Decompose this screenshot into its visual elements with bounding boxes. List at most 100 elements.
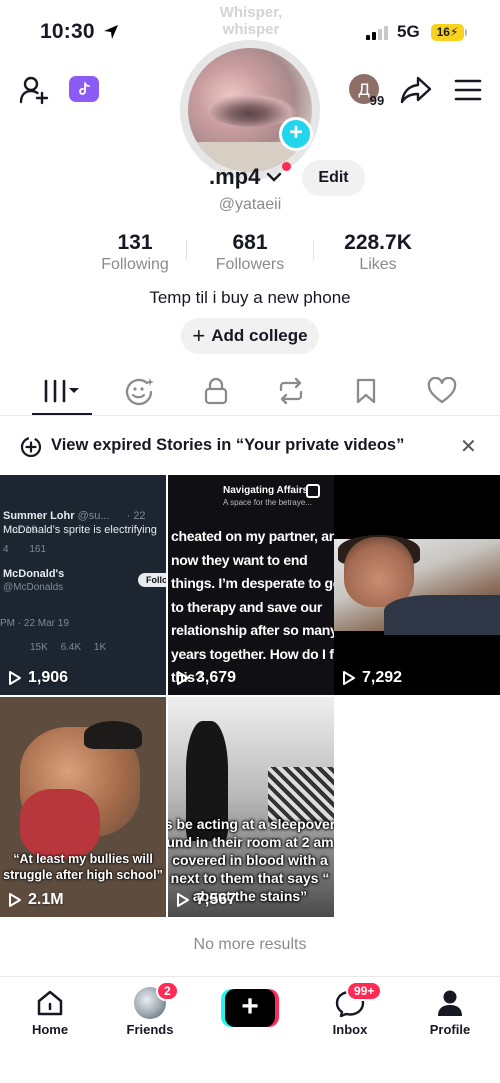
heart-icon <box>427 377 457 404</box>
view-count-value: 7,292 <box>362 669 403 686</box>
overlay-caption: “At least my bullies will struggle after… <box>3 852 163 882</box>
tab-reposts[interactable] <box>261 370 321 412</box>
expired-stories-banner[interactable]: View expired Stories in “Your private vi… <box>0 420 500 472</box>
repost-icon <box>279 377 303 405</box>
tab-liked[interactable] <box>412 370 472 412</box>
share-profile-button[interactable] <box>396 70 436 110</box>
video-thumbnail-2[interactable]: Navigating Affairs A space for the betra… <box>168 475 334 695</box>
nav-label: Friends <box>126 1022 174 1037</box>
view-count: 7,292 <box>342 669 402 687</box>
share-arrow-icon <box>400 76 432 104</box>
edit-profile-button[interactable]: Edit <box>302 160 365 196</box>
tab-private[interactable] <box>186 370 246 412</box>
reply-author: McDonald's <box>3 568 65 580</box>
nav-label: Inbox <box>332 1022 368 1037</box>
stat-value: 681 <box>232 231 268 254</box>
close-icon[interactable]: ✕ <box>460 434 477 459</box>
stat-following[interactable]: 131 Following <box>80 231 190 274</box>
view-count: 7,567 <box>176 891 236 909</box>
grid-bars-icon <box>44 379 79 403</box>
reply-handle: @McDonalds <box>3 582 64 593</box>
profile-person-icon <box>438 990 462 1016</box>
plus-icon: + <box>225 989 275 1027</box>
home-icon <box>37 990 63 1016</box>
view-count-value: 2.1M <box>28 891 64 908</box>
thumbnail-image-detail <box>20 789 100 859</box>
add-college-label: Add college <box>211 326 308 345</box>
bookmark-icon <box>356 378 376 404</box>
thumbnail-image-detail <box>384 595 500 635</box>
stat-value: 131 <box>117 231 153 254</box>
cellular-signal-icon <box>366 26 388 40</box>
nav-label: Profile <box>429 1022 471 1037</box>
video-thumbnail-4[interactable]: “At least my bullies will struggle after… <box>0 697 166 917</box>
bottom-nav: Home 2 Friends + 99+ Inbox Profile <box>0 976 500 1083</box>
notification-letter: Д <box>358 80 371 99</box>
play-icon <box>9 893 21 907</box>
video-thumbnail-5[interactable]: s be acting at a sleepover und in their … <box>168 697 334 917</box>
nav-profile[interactable]: Profile <box>410 987 490 1037</box>
video-thumbnail-1[interactable]: Summer Lohr @su... · 22 Mar 19 McDonald’… <box>0 475 166 695</box>
username-handle: @yataeii <box>218 196 282 213</box>
stat-label: Followers <box>215 256 285 273</box>
add-college-button[interactable]: + Add college <box>181 318 319 354</box>
tab-stickers[interactable] <box>110 370 170 412</box>
battery-icon: 16⚡ <box>431 24 464 41</box>
tweet-author: Summer Lohr <box>3 510 75 522</box>
follow-pill: Follo <box>138 573 166 587</box>
stat-value: 228.7K <box>344 231 412 254</box>
video-thumbnail-3[interactable]: 7,292 <box>334 475 500 695</box>
tweet-handle: @su... <box>77 510 110 522</box>
add-user-icon <box>19 76 49 105</box>
view-count: 1,906 <box>8 669 68 687</box>
play-icon <box>9 671 21 685</box>
carousel-icon <box>306 484 320 498</box>
view-count-value: 3,679 <box>196 669 237 686</box>
clock: 10:30 <box>40 20 95 43</box>
thumbnail-image-detail <box>84 721 142 749</box>
overlay-subtitle: A space for the betraye... <box>223 498 312 507</box>
nav-home[interactable]: Home <box>10 987 90 1037</box>
chevron-down-icon[interactable] <box>266 170 282 188</box>
battery-level: 16 <box>436 25 450 39</box>
hamburger-icon <box>454 79 482 101</box>
nav-inbox[interactable]: 99+ Inbox <box>310 981 390 1037</box>
profile-avatar[interactable] <box>180 40 320 180</box>
tab-videos[interactable] <box>32 370 92 415</box>
tab-favorites[interactable] <box>336 370 396 412</box>
friends-badge: 2 <box>156 981 179 1001</box>
stat-followers[interactable]: 681 Followers <box>195 231 305 274</box>
tweet-stats: 4 161 <box>3 544 47 555</box>
tiktok-note-icon <box>79 82 90 95</box>
reply-date: PM · 22 Mar 19 <box>0 618 69 629</box>
thumbnail-image-detail <box>344 537 414 607</box>
view-count: 2.1M <box>8 891 64 909</box>
display-name[interactable]: .mp4 <box>209 164 260 190</box>
menu-button[interactable] <box>448 70 488 110</box>
avatar-ring-icon: Д 99 <box>349 74 384 108</box>
stat-divider <box>313 240 314 260</box>
play-icon <box>177 893 189 907</box>
overlay-title: Navigating Affairs <box>223 485 309 496</box>
no-more-results: No more results <box>193 936 307 953</box>
add-friend-button[interactable] <box>14 70 54 110</box>
notification-avatar-button[interactable]: Д 99 <box>347 72 387 112</box>
view-count: 3,679 <box>176 669 236 687</box>
sticker-face-icon <box>125 378 154 406</box>
view-count-value: 1,906 <box>28 669 69 686</box>
banner-text: View expired Stories in “Your private vi… <box>51 436 405 454</box>
stat-likes[interactable]: 228.7K Likes <box>320 231 436 274</box>
plus-icon: + <box>192 323 206 348</box>
story-plus-icon <box>20 436 42 463</box>
network-type: 5G <box>397 22 420 41</box>
nav-label: Home <box>31 1022 69 1037</box>
tiktok-studio-button[interactable] <box>69 76 99 102</box>
nav-friends[interactable]: 2 Friends <box>110 981 190 1037</box>
location-arrow-icon <box>103 24 119 45</box>
stat-label: Following <box>101 256 169 273</box>
view-count-value: 7,567 <box>196 891 237 908</box>
profile-bio: Temp til i buy a new phone <box>149 288 351 307</box>
play-icon <box>177 671 189 685</box>
add-story-plus-icon[interactable]: + <box>279 117 313 151</box>
create-button[interactable]: + <box>221 989 279 1027</box>
